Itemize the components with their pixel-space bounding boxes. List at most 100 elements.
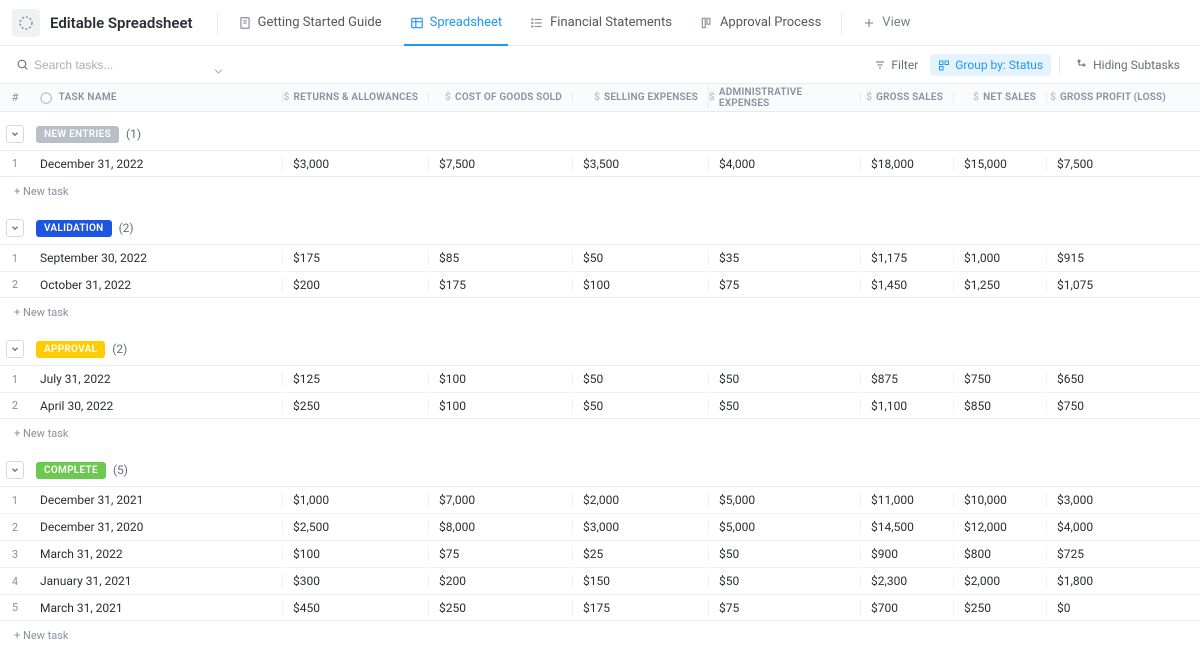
- task-name-cell[interactable]: January 31, 2021: [30, 574, 282, 588]
- cell-returns[interactable]: $3,000: [282, 157, 428, 171]
- task-name-cell[interactable]: July 31, 2022: [30, 372, 282, 386]
- cell-selling[interactable]: $175: [572, 601, 708, 615]
- new-task-button[interactable]: + New task: [0, 177, 1200, 206]
- table-row[interactable]: 5 March 31, 2021 $450 $250 $175 $75 $700…: [0, 594, 1200, 621]
- table-row[interactable]: 1 December 31, 2022 $3,000 $7,500 $3,500…: [0, 150, 1200, 177]
- status-badge[interactable]: COMPLETE: [36, 462, 106, 479]
- group-toggle[interactable]: [6, 461, 24, 479]
- cell-gross-sales[interactable]: $11,000: [860, 493, 953, 507]
- cell-gross-sales[interactable]: $900: [860, 547, 953, 561]
- search-input[interactable]: [12, 54, 212, 76]
- task-name-cell[interactable]: April 30, 2022: [30, 399, 282, 413]
- cell-returns[interactable]: $175: [282, 251, 428, 265]
- cell-returns[interactable]: $2,500: [282, 520, 428, 534]
- group-by-button[interactable]: Group by: Status: [930, 54, 1051, 76]
- cell-gross-profit[interactable]: $7,500: [1046, 157, 1176, 171]
- task-name-cell[interactable]: December 31, 2021: [30, 493, 282, 507]
- cell-net-sales[interactable]: $12,000: [953, 520, 1046, 534]
- tab-getting-started[interactable]: Getting Started Guide: [224, 0, 396, 46]
- task-name-cell[interactable]: December 31, 2020: [30, 520, 282, 534]
- col-header-gross-sales[interactable]: $GROSS SALES: [860, 92, 953, 103]
- cell-gross-sales[interactable]: $700: [860, 601, 953, 615]
- cell-gross-profit[interactable]: $650: [1046, 372, 1176, 386]
- cell-net-sales[interactable]: $15,000: [953, 157, 1046, 171]
- cell-admin[interactable]: $50: [708, 399, 860, 413]
- cell-admin[interactable]: $5,000: [708, 520, 860, 534]
- new-task-button[interactable]: + New task: [0, 298, 1200, 327]
- hiding-subtasks-button[interactable]: Hiding Subtasks: [1068, 54, 1188, 76]
- cell-returns[interactable]: $300: [282, 574, 428, 588]
- status-badge[interactable]: VALIDATION: [36, 220, 112, 237]
- cell-cogs[interactable]: $250: [428, 601, 572, 615]
- cell-returns[interactable]: $450: [282, 601, 428, 615]
- cell-admin[interactable]: $5,000: [708, 493, 860, 507]
- cell-net-sales[interactable]: $2,000: [953, 574, 1046, 588]
- status-badge[interactable]: NEW ENTRIES: [36, 126, 119, 143]
- cell-selling[interactable]: $3,500: [572, 157, 708, 171]
- cell-gross-sales[interactable]: $2,300: [860, 574, 953, 588]
- cell-gross-profit[interactable]: $915: [1046, 251, 1176, 265]
- col-header-gross-profit[interactable]: $GROSS PROFIT (LOSS): [1046, 92, 1176, 103]
- table-row[interactable]: 4 January 31, 2021 $300 $200 $150 $50 $2…: [0, 567, 1200, 594]
- cell-selling[interactable]: $50: [572, 399, 708, 413]
- cell-gross-profit[interactable]: $1,075: [1046, 278, 1176, 292]
- new-task-button[interactable]: + New task: [0, 621, 1200, 650]
- cell-cogs[interactable]: $7,000: [428, 493, 572, 507]
- group-toggle[interactable]: [6, 340, 24, 358]
- table-row[interactable]: 2 December 31, 2020 $2,500 $8,000 $3,000…: [0, 513, 1200, 540]
- new-task-button[interactable]: + New task: [0, 419, 1200, 448]
- cell-cogs[interactable]: $75: [428, 547, 572, 561]
- cell-selling[interactable]: $25: [572, 547, 708, 561]
- add-view-button[interactable]: View: [848, 0, 924, 46]
- cell-selling[interactable]: $100: [572, 278, 708, 292]
- col-header-net-sales[interactable]: $NET SALES: [953, 92, 1046, 103]
- cell-cogs[interactable]: $100: [428, 399, 572, 413]
- cell-cogs[interactable]: $7,500: [428, 157, 572, 171]
- task-name-cell[interactable]: December 31, 2022: [30, 157, 282, 171]
- table-row[interactable]: 2 April 30, 2022 $250 $100 $50 $50 $1,10…: [0, 392, 1200, 419]
- tab-spreadsheet[interactable]: Spreadsheet: [396, 0, 517, 46]
- cell-net-sales[interactable]: $850: [953, 399, 1046, 413]
- cell-gross-profit[interactable]: $3,000: [1046, 493, 1176, 507]
- cell-admin[interactable]: $75: [708, 601, 860, 615]
- table-row[interactable]: 2 October 31, 2022 $200 $175 $100 $75 $1…: [0, 271, 1200, 298]
- cell-selling[interactable]: $150: [572, 574, 708, 588]
- group-toggle[interactable]: [6, 125, 24, 143]
- status-badge[interactable]: APPROVAL: [36, 341, 105, 358]
- task-name-cell[interactable]: October 31, 2022: [30, 278, 282, 292]
- col-header-cogs[interactable]: $COST OF GOODS SOLD: [428, 92, 572, 103]
- cell-returns[interactable]: $250: [282, 399, 428, 413]
- cell-returns[interactable]: $200: [282, 278, 428, 292]
- cell-gross-sales[interactable]: $1,450: [860, 278, 953, 292]
- table-row[interactable]: 1 July 31, 2022 $125 $100 $50 $50 $875 $…: [0, 365, 1200, 392]
- cell-gross-sales[interactable]: $875: [860, 372, 953, 386]
- task-name-cell[interactable]: March 31, 2021: [30, 601, 282, 615]
- cell-cogs[interactable]: $200: [428, 574, 572, 588]
- tab-approval-process[interactable]: Approval Process: [686, 0, 835, 46]
- col-header-admin[interactable]: $ADMINISTRATIVE EXPENSES: [708, 87, 860, 109]
- cell-admin[interactable]: $50: [708, 372, 860, 386]
- task-name-cell[interactable]: September 30, 2022: [30, 251, 282, 265]
- task-name-cell[interactable]: March 31, 2022: [30, 547, 282, 561]
- cell-returns[interactable]: $125: [282, 372, 428, 386]
- cell-admin[interactable]: $50: [708, 574, 860, 588]
- cell-cogs[interactable]: $100: [428, 372, 572, 386]
- cell-gross-profit[interactable]: $1,800: [1046, 574, 1176, 588]
- cell-gross-profit[interactable]: $725: [1046, 547, 1176, 561]
- cell-net-sales[interactable]: $250: [953, 601, 1046, 615]
- cell-gross-sales[interactable]: $14,500: [860, 520, 953, 534]
- col-header-selling[interactable]: $SELLING EXPENSES: [572, 92, 708, 103]
- cell-cogs[interactable]: $85: [428, 251, 572, 265]
- cell-selling[interactable]: $2,000: [572, 493, 708, 507]
- group-toggle[interactable]: [6, 219, 24, 237]
- col-header-returns[interactable]: $RETURNS & ALLOWANCES: [282, 92, 428, 103]
- cell-net-sales[interactable]: $1,000: [953, 251, 1046, 265]
- cell-gross-sales[interactable]: $18,000: [860, 157, 953, 171]
- cell-gross-profit[interactable]: $4,000: [1046, 520, 1176, 534]
- table-row[interactable]: 1 September 30, 2022 $175 $85 $50 $35 $1…: [0, 244, 1200, 271]
- cell-selling[interactable]: $50: [572, 251, 708, 265]
- cell-gross-sales[interactable]: $1,175: [860, 251, 953, 265]
- cell-net-sales[interactable]: $800: [953, 547, 1046, 561]
- table-row[interactable]: 3 March 31, 2022 $100 $75 $25 $50 $900 $…: [0, 540, 1200, 567]
- cell-admin[interactable]: $35: [708, 251, 860, 265]
